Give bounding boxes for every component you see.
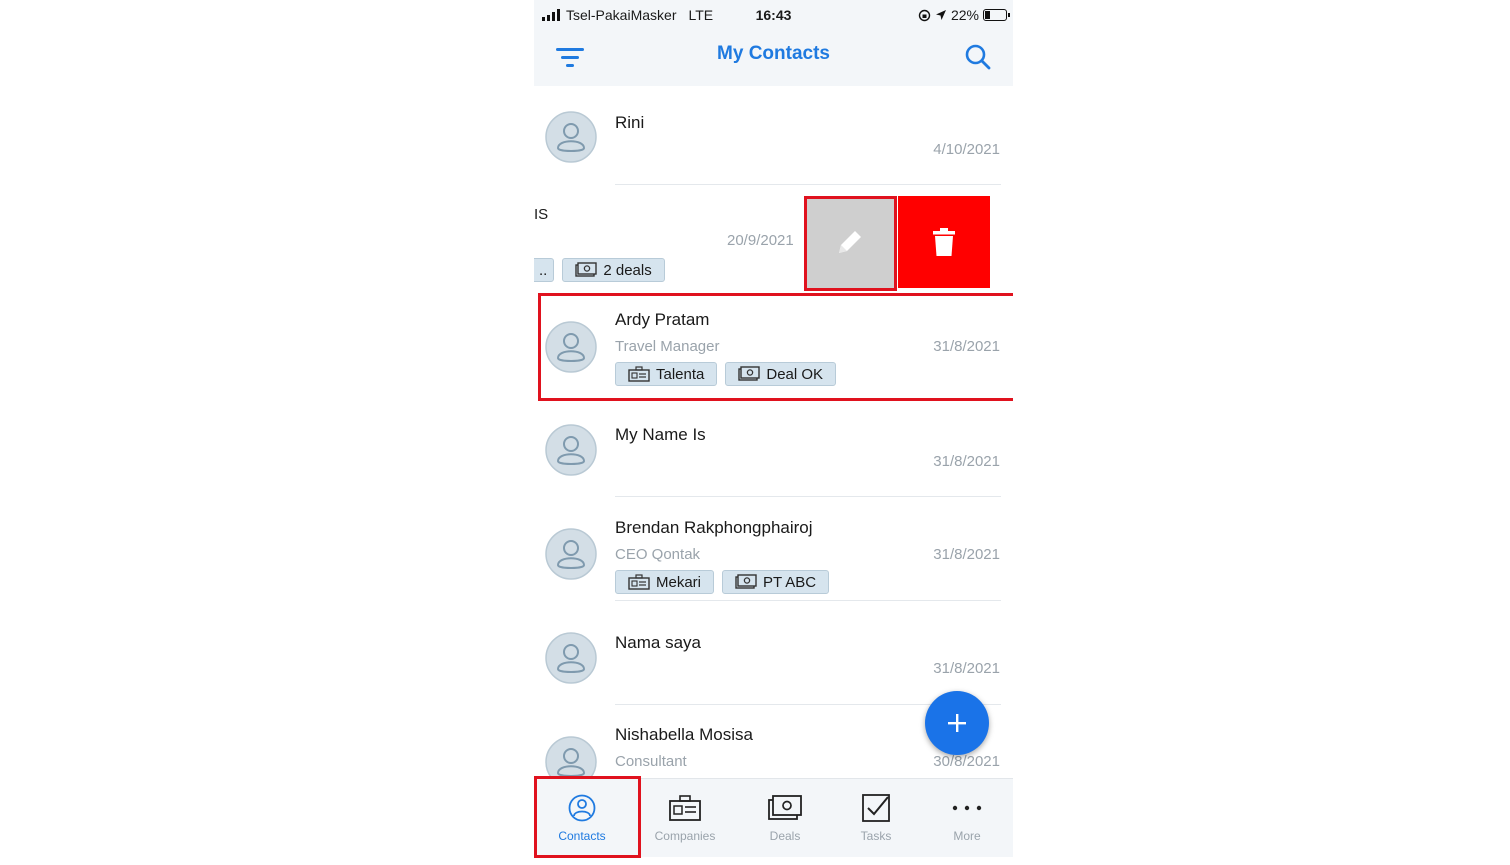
contact-row[interactable]: Ardy Pratam Travel Manager 31/8/2021 Tal… [534, 296, 1013, 400]
contact-title: CEO Qontak [615, 546, 701, 563]
contact-name: Nama saya [615, 633, 701, 652]
tab-companies[interactable]: Companies [637, 779, 733, 857]
row-divider [615, 184, 1001, 185]
contact-name: Ardy Pratam [615, 310, 710, 329]
contact-date: 20/9/2021 [727, 232, 794, 249]
deals-tag: 2 deals [562, 258, 665, 282]
contact-title: Travel Manager [615, 338, 720, 355]
battery-percent: 22% [950, 7, 979, 23]
contact-date: 30/8/2021 [933, 753, 1000, 770]
avatar-icon [545, 111, 597, 163]
tab-label: Tasks [860, 829, 892, 843]
status-bar: Tsel-PakaiMasker LTE 16:43 22% [534, 0, 1013, 30]
tasks-icon [862, 794, 890, 822]
header: My Contacts [534, 30, 1013, 86]
plus-icon [948, 714, 966, 732]
edit-button[interactable] [806, 196, 894, 288]
contact-name: My Name Is [615, 425, 706, 444]
company-icon [628, 366, 650, 382]
search-icon[interactable] [963, 42, 993, 72]
contact-row[interactable]: Brendan Rakphongphairoj CEO Qontak 31/8/… [534, 498, 1013, 602]
companies-icon [669, 795, 701, 821]
location-icon [935, 10, 946, 20]
swiped-contact-row[interactable]: IS 20/9/2021 .. 2 deals [534, 196, 1013, 291]
company-tag: Mekari [615, 570, 715, 594]
tab-label: Contacts [558, 829, 606, 843]
pencil-icon [839, 231, 861, 253]
contact-row[interactable]: My Name Is 31/8/2021 [534, 398, 1013, 498]
page-title: My Contacts [717, 43, 830, 64]
tab-contacts[interactable]: Contacts [534, 779, 630, 857]
battery-icon [983, 9, 1010, 21]
tab-label: Deals [769, 829, 801, 843]
deals-icon [735, 574, 757, 589]
deals-icon [768, 795, 802, 820]
avatar-icon [545, 736, 597, 778]
tab-label: More [953, 829, 981, 843]
avatar-icon [545, 321, 597, 373]
tab-label: Companies [654, 829, 716, 843]
row-divider [615, 600, 1001, 601]
tag-truncated: .. [534, 258, 555, 282]
company-tag: Talenta [615, 362, 718, 386]
contact-date: 31/8/2021 [933, 660, 1000, 677]
avatar-icon [545, 424, 597, 476]
deals-icon [575, 262, 598, 277]
company-icon [628, 574, 650, 590]
avatar-icon [545, 632, 597, 684]
tab-bar: Contacts Companies Deals Tasks More [534, 778, 1013, 857]
contact-date: 31/8/2021 [933, 453, 1000, 470]
contact-row[interactable]: Nama saya 31/8/2021 [534, 602, 1013, 706]
more-icon [952, 805, 982, 811]
contact-row[interactable]: Rini 4/10/2021 [534, 86, 1013, 186]
orientation-lock-icon [918, 9, 931, 21]
contact-name: Rini [615, 113, 645, 132]
deal-tag: PT ABC [722, 570, 830, 594]
row-divider [615, 496, 1001, 497]
trash-icon [933, 228, 955, 256]
add-contact-button[interactable] [925, 691, 989, 755]
contact-list: Rini 4/10/2021 IS 20/9/2021 .. 2 deals A… [534, 86, 1013, 778]
contact-title: Consultant [615, 753, 687, 770]
deals-icon [738, 366, 761, 381]
contact-date: 4/10/2021 [933, 141, 1000, 158]
contact-name-fragment: IS [534, 206, 549, 223]
contact-date: 31/8/2021 [933, 338, 1000, 355]
contact-name: Brendan Rakphongphairoj [615, 518, 813, 537]
deal-tag: Deal OK [725, 362, 837, 386]
app-screen: Tsel-PakaiMasker LTE 16:43 22% My Contac… [534, 0, 1013, 865]
avatar-icon [545, 528, 597, 580]
contacts-icon [568, 794, 596, 822]
delete-button[interactable] [898, 196, 990, 288]
contact-date: 31/8/2021 [933, 546, 1000, 563]
tab-tasks[interactable]: Tasks [828, 779, 924, 857]
contact-name: Nishabella Mosisa [615, 725, 753, 744]
tab-deals[interactable]: Deals [737, 779, 833, 857]
tab-more[interactable]: More [919, 779, 1013, 857]
